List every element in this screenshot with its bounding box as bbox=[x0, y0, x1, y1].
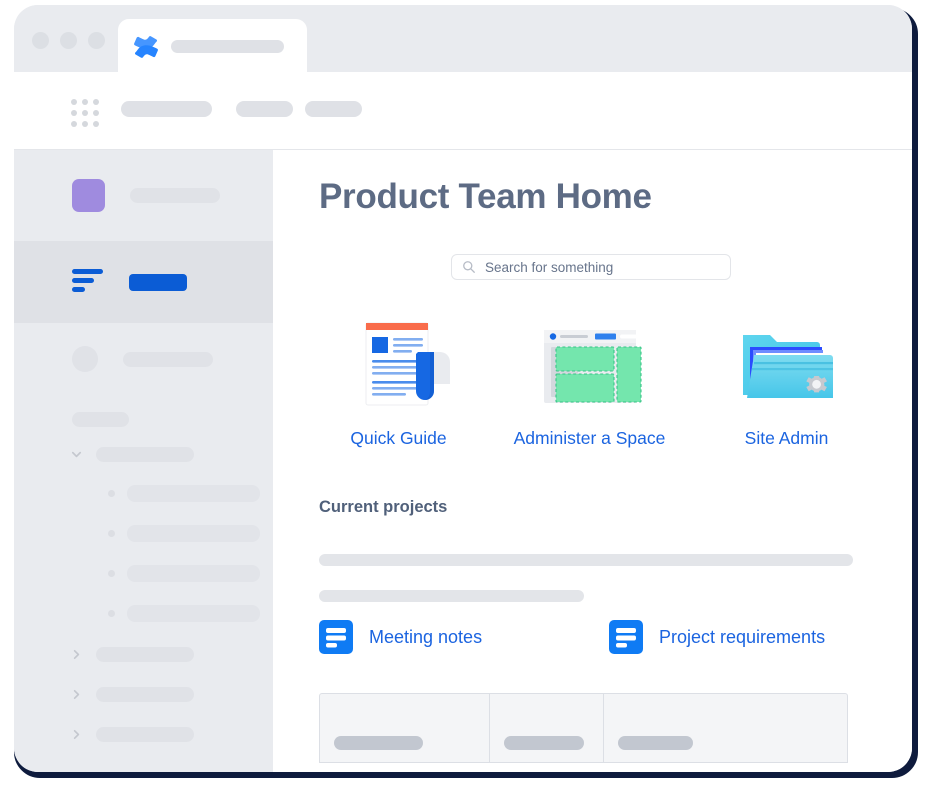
confluence-logo-icon bbox=[134, 35, 158, 58]
tile-site-admin[interactable]: Site Admin bbox=[691, 315, 882, 449]
content-placeholder-bar bbox=[319, 554, 853, 566]
sidebar-tree-child[interactable] bbox=[14, 525, 260, 542]
table-header-cell[interactable] bbox=[320, 694, 490, 762]
app-switcher-grid-icon[interactable] bbox=[71, 99, 99, 127]
doc-link-project-requirements[interactable]: Project requirements bbox=[609, 620, 825, 654]
bullet-icon bbox=[108, 610, 115, 617]
person-label-placeholder bbox=[123, 351, 213, 367]
page-title: Product Team Home bbox=[319, 177, 652, 216]
sidebar-tree-item-collapsed[interactable] bbox=[14, 687, 194, 702]
sidebar-child-label bbox=[127, 485, 260, 502]
tile-label: Quick Guide bbox=[350, 428, 447, 448]
table-header-placeholder bbox=[503, 736, 584, 750]
sidebar-tree-item-collapsed[interactable] bbox=[14, 727, 194, 742]
tile-quick-guide[interactable]: Quick Guide bbox=[303, 315, 494, 449]
nav-item-2[interactable] bbox=[236, 101, 293, 117]
search-icon bbox=[463, 261, 475, 273]
bullet-icon bbox=[108, 570, 115, 577]
close-window-button[interactable] bbox=[32, 32, 49, 49]
browser-tab[interactable] bbox=[118, 19, 307, 74]
sidebar-item-active[interactable] bbox=[14, 241, 273, 323]
table-header-placeholder bbox=[618, 736, 694, 750]
traffic-lights bbox=[32, 32, 105, 49]
space-layout-illustration bbox=[494, 315, 685, 411]
minimize-window-button[interactable] bbox=[60, 32, 77, 49]
maximize-window-button[interactable] bbox=[88, 32, 105, 49]
doc-link-label: Meeting notes bbox=[369, 626, 483, 647]
tile-label: Administer a Space bbox=[513, 428, 666, 448]
document-guide-illustration bbox=[303, 315, 494, 411]
bullet-icon bbox=[108, 490, 115, 497]
sidebar-tree-item-collapsed[interactable] bbox=[14, 647, 194, 662]
tile-administer-space[interactable]: Administer a Space bbox=[494, 315, 685, 449]
app-top-bar: + bbox=[14, 72, 912, 211]
chevron-right-icon[interactable] bbox=[70, 648, 83, 661]
document-blue-icon bbox=[319, 620, 353, 654]
nav-item-1[interactable] bbox=[121, 101, 212, 117]
sidebar-tree-child[interactable] bbox=[14, 485, 260, 502]
sidebar-section-label bbox=[72, 412, 129, 427]
space-avatar-icon bbox=[72, 179, 105, 212]
nav-item-3[interactable] bbox=[305, 101, 362, 117]
bullet-icon bbox=[108, 530, 115, 537]
table-header-cell[interactable] bbox=[604, 694, 847, 762]
sidebar-item-person[interactable] bbox=[14, 335, 273, 383]
space-name-placeholder bbox=[130, 188, 220, 203]
browser-window: + bbox=[14, 5, 912, 772]
shortcut-tiles: Quick Guide Administer a Space Site Admi… bbox=[273, 315, 912, 449]
sidebar-tree-label bbox=[96, 687, 194, 702]
chevron-right-icon[interactable] bbox=[70, 728, 83, 741]
data-table bbox=[319, 693, 848, 763]
sidebar-active-label bbox=[129, 273, 187, 291]
sidebar-tree-label bbox=[96, 647, 194, 662]
doc-link-label: Project requirements bbox=[659, 626, 826, 647]
sidebar-child-label bbox=[127, 565, 260, 582]
sidebar-tree-child[interactable] bbox=[14, 605, 260, 622]
content-list-icon bbox=[72, 268, 103, 296]
document-links: Meeting notes Project requirements bbox=[319, 620, 825, 654]
content-placeholder-bar bbox=[319, 590, 584, 602]
sidebar-space-header[interactable] bbox=[14, 150, 273, 241]
page-search-placeholder: Search for something bbox=[485, 259, 614, 275]
sidebar-child-label bbox=[127, 525, 260, 542]
tab-title-placeholder bbox=[171, 40, 284, 53]
doc-link-meeting-notes[interactable]: Meeting notes bbox=[319, 620, 609, 654]
tile-label: Site Admin bbox=[744, 428, 829, 448]
chevron-right-icon[interactable] bbox=[70, 688, 83, 701]
sidebar-tree-item-expanded[interactable] bbox=[14, 447, 194, 462]
page-search-input[interactable]: Search for something bbox=[451, 254, 731, 280]
sidebar-tree-label bbox=[96, 447, 194, 462]
folder-gear-illustration bbox=[691, 315, 882, 411]
sidebar-tree-child[interactable] bbox=[14, 565, 260, 582]
person-avatar-icon bbox=[72, 346, 98, 372]
section-title-current-projects: Current projects bbox=[319, 498, 448, 516]
chevron-down-icon[interactable] bbox=[70, 448, 83, 461]
sidebar bbox=[14, 150, 273, 772]
app-body: Product Team Home Search for something Q… bbox=[14, 150, 912, 772]
browser-chrome bbox=[14, 5, 912, 74]
table-header-cell[interactable] bbox=[490, 694, 605, 762]
sidebar-tree-label bbox=[96, 727, 194, 742]
table-header-placeholder bbox=[334, 736, 423, 750]
main-content: Product Team Home Search for something Q… bbox=[273, 150, 912, 772]
sidebar-child-label bbox=[127, 605, 260, 622]
document-blue-icon bbox=[609, 620, 643, 654]
